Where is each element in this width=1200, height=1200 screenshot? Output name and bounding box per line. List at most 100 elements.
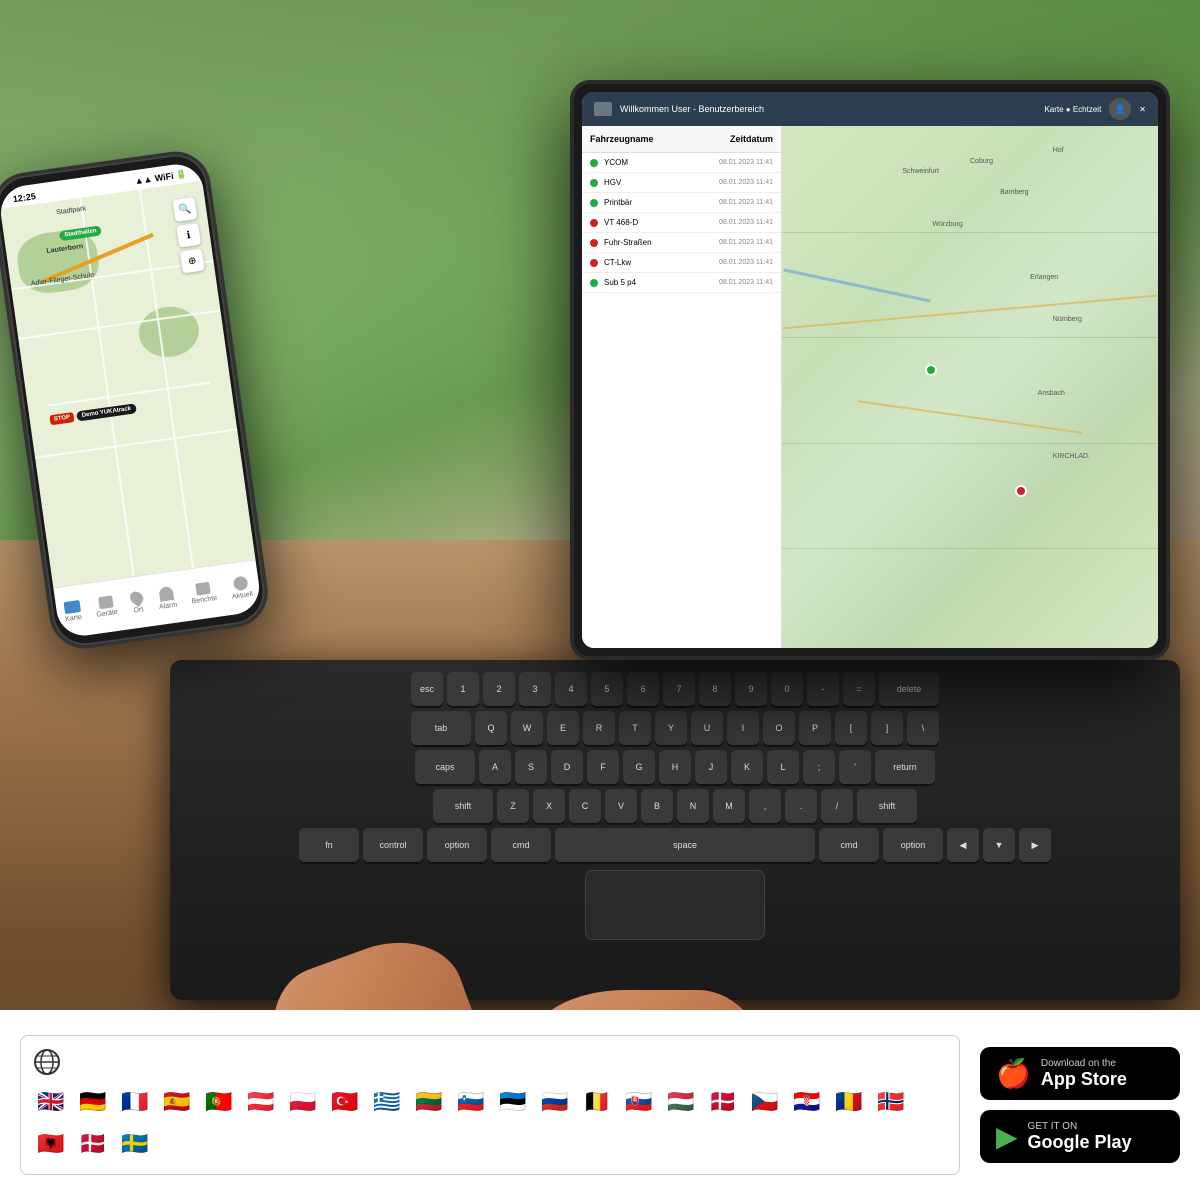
- key-8[interactable]: 8: [699, 672, 731, 706]
- key-V[interactable]: V: [605, 789, 637, 823]
- portuguese-flag[interactable]: 🇵🇹: [201, 1084, 237, 1120]
- key-R[interactable]: R: [583, 711, 615, 745]
- key-U[interactable]: U: [691, 711, 723, 745]
- sidebar-row[interactable]: Printbär 08.01.2023 11:41: [582, 193, 781, 213]
- spanish-flag[interactable]: 🇪🇸: [159, 1084, 195, 1120]
- austrian-flag[interactable]: 🇦🇹: [243, 1084, 279, 1120]
- belgian-flag[interactable]: 🇧🇪: [579, 1084, 615, 1120]
- danish-flag[interactable]: 🇩🇰: [75, 1126, 111, 1162]
- swedish-flag[interactable]: 🇸🇪: [117, 1126, 153, 1162]
- key-T[interactable]: T: [619, 711, 651, 745]
- sidebar-row[interactable]: HGV 08.01.2023 11:41: [582, 173, 781, 193]
- key-Z[interactable]: Z: [497, 789, 529, 823]
- key-3[interactable]: 3: [519, 672, 551, 706]
- key-[[interactable]: [: [835, 711, 867, 745]
- french-flag[interactable]: 🇫🇷: [117, 1084, 153, 1120]
- key-Q[interactable]: Q: [475, 711, 507, 745]
- key-J[interactable]: J: [695, 750, 727, 784]
- key-H[interactable]: H: [659, 750, 691, 784]
- key-I[interactable]: I: [727, 711, 759, 745]
- key-M[interactable]: M: [713, 789, 745, 823]
- key-G[interactable]: G: [623, 750, 655, 784]
- key-caps[interactable]: caps: [415, 750, 475, 784]
- key-L[interactable]: L: [767, 750, 799, 784]
- key-][interactable]: ]: [871, 711, 903, 745]
- sidebar-row[interactable]: YCOM 08.01.2023 11:41: [582, 153, 781, 173]
- info-btn[interactable]: ℹ: [176, 223, 201, 248]
- key-C[interactable]: C: [569, 789, 601, 823]
- key-;[interactable]: ;: [803, 750, 835, 784]
- key-9[interactable]: 9: [735, 672, 767, 706]
- sidebar-row[interactable]: Fuhr-Straßen 08.01.2023 11:41: [582, 233, 781, 253]
- key-\[interactable]: \: [907, 711, 939, 745]
- slovenian-flag[interactable]: 🇸🇮: [453, 1084, 489, 1120]
- estonian-flag[interactable]: 🇪🇪: [495, 1084, 531, 1120]
- key-/[interactable]: /: [821, 789, 853, 823]
- key-7[interactable]: 7: [663, 672, 695, 706]
- nav-berichte[interactable]: Berichte: [189, 581, 217, 605]
- key-=[interactable]: =: [843, 672, 875, 706]
- norwegian-flag[interactable]: 🇳🇴: [873, 1084, 909, 1120]
- google-play-button[interactable]: ▶ GET IT ON Google Play: [980, 1110, 1180, 1163]
- key--[interactable]: -: [807, 672, 839, 706]
- location-btn[interactable]: ⊕: [180, 249, 205, 274]
- danish-flag-alt[interactable]: 🇩🇰: [705, 1084, 741, 1120]
- czech-flag[interactable]: 🇨🇿: [747, 1084, 783, 1120]
- key-O[interactable]: O: [763, 711, 795, 745]
- greek-flag[interactable]: 🇬🇷: [369, 1084, 405, 1120]
- polish-flag[interactable]: 🇵🇱: [285, 1084, 321, 1120]
- key-1[interactable]: 1: [447, 672, 479, 706]
- key-0[interactable]: 0: [771, 672, 803, 706]
- key-tab[interactable]: tab: [411, 711, 471, 745]
- romanian-flag[interactable]: 🇷🇴: [831, 1084, 867, 1120]
- key-2[interactable]: 2: [483, 672, 515, 706]
- sidebar-row[interactable]: CT-Lkw 08.01.2023 11:41: [582, 253, 781, 273]
- key-D[interactable]: D: [551, 750, 583, 784]
- key-return[interactable]: return: [875, 750, 935, 784]
- key-4[interactable]: 4: [555, 672, 587, 706]
- vehicle-time: 08.01.2023 11:41: [719, 199, 773, 206]
- map-pin-demo: STOP Demo YUKAtrack: [49, 403, 136, 425]
- key-shift[interactable]: shift: [857, 789, 917, 823]
- key-P[interactable]: P: [799, 711, 831, 745]
- key-W[interactable]: W: [511, 711, 543, 745]
- key-F[interactable]: F: [587, 750, 619, 784]
- key-B[interactable]: B: [641, 789, 673, 823]
- key-Y[interactable]: Y: [655, 711, 687, 745]
- croatian-flag[interactable]: 🇭🇷: [789, 1084, 825, 1120]
- sidebar-row[interactable]: VT 468-D 08.01.2023 11:41: [582, 213, 781, 233]
- user-avatar[interactable]: 👤: [1109, 98, 1131, 120]
- vehicle-name: VT 468-D: [604, 218, 713, 227]
- nav-aktuell[interactable]: Aktuell: [229, 575, 253, 601]
- slovak-flag[interactable]: 🇸🇰: [621, 1084, 657, 1120]
- nav-gerate[interactable]: Geräte: [94, 595, 118, 619]
- hungarian-flag[interactable]: 🇭🇺: [663, 1084, 699, 1120]
- app-store-button[interactable]: 🍎 Download on the App Store: [980, 1047, 1180, 1100]
- albanian-flag[interactable]: 🇦🇱: [33, 1126, 69, 1162]
- key-6[interactable]: 6: [627, 672, 659, 706]
- key-esc[interactable]: esc: [411, 672, 443, 706]
- english-flag[interactable]: 🇬🇧: [33, 1084, 69, 1120]
- russian-flag[interactable]: 🇷🇺: [537, 1084, 573, 1120]
- german-flag[interactable]: 🇩🇪: [75, 1084, 111, 1120]
- key-N[interactable]: N: [677, 789, 709, 823]
- lithuanian-flag[interactable]: 🇱🇹: [411, 1084, 447, 1120]
- key-delete[interactable]: delete: [879, 672, 939, 706]
- key-,[interactable]: ,: [749, 789, 781, 823]
- turkish-flag[interactable]: 🇹🇷: [327, 1084, 363, 1120]
- key-X[interactable]: X: [533, 789, 565, 823]
- sidebar-row[interactable]: Sub 5 p4 08.01.2023 11:41: [582, 273, 781, 293]
- key-S[interactable]: S: [515, 750, 547, 784]
- key-A[interactable]: A: [479, 750, 511, 784]
- close-btn[interactable]: ✕: [1139, 105, 1146, 114]
- nav-ort[interactable]: Ort: [130, 590, 145, 614]
- search-btn[interactable]: 🔍: [173, 197, 198, 222]
- key-5[interactable]: 5: [591, 672, 623, 706]
- nav-karte[interactable]: Karte: [63, 600, 82, 623]
- key-shift[interactable]: shift: [433, 789, 493, 823]
- nav-alarm[interactable]: Alarm: [156, 586, 177, 611]
- key-'[interactable]: ': [839, 750, 871, 784]
- key-.[interactable]: .: [785, 789, 817, 823]
- key-K[interactable]: K: [731, 750, 763, 784]
- key-E[interactable]: E: [547, 711, 579, 745]
